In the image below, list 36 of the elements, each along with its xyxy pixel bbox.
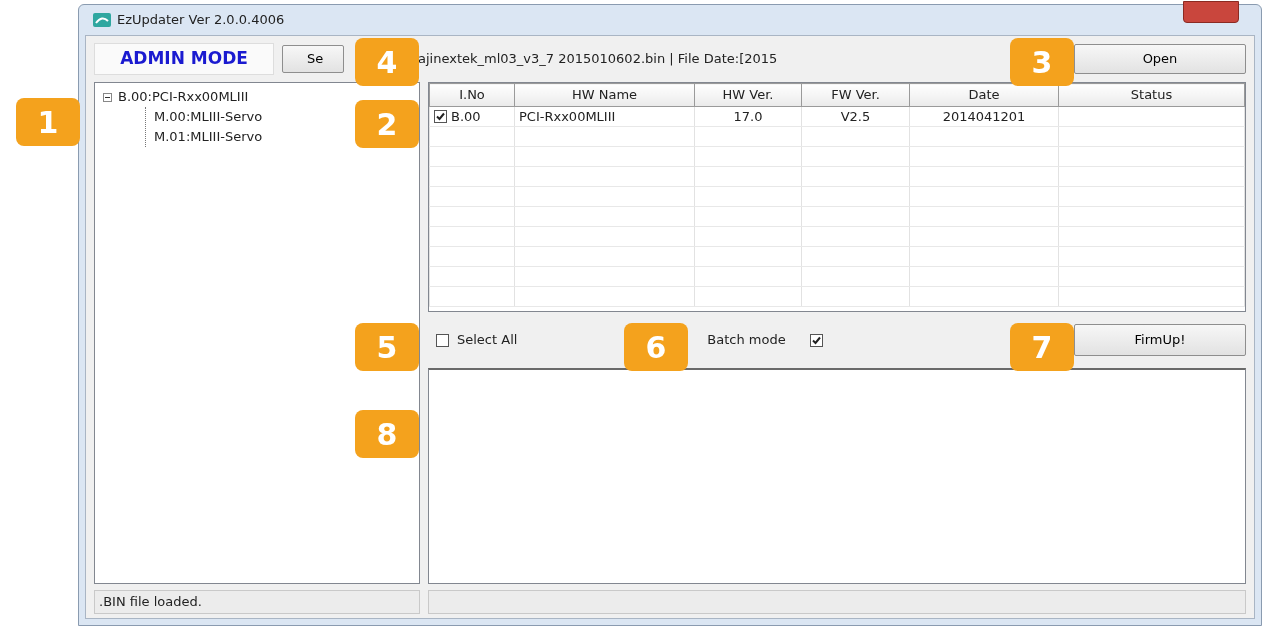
table-cell: V2.5: [840, 108, 871, 124]
callout-badge: 4: [355, 38, 419, 86]
checkbox[interactable]: [436, 333, 449, 347]
table-cell: 2014041201: [942, 108, 1026, 124]
column-header[interactable]: HW Ver.: [694, 83, 802, 106]
tree-item[interactable]: B.00:PCI-Rxx00MLIII: [118, 87, 249, 107]
column-header[interactable]: FW Ver.: [801, 83, 910, 106]
callout-badge: 2: [355, 100, 419, 148]
column-header[interactable]: I.No: [429, 83, 515, 106]
checkbox-label: Select All: [457, 331, 518, 350]
callout-badge: 8: [355, 410, 419, 458]
checkbox[interactable]: [434, 109, 447, 123]
callout-badge: 6: [624, 323, 688, 371]
tree-item[interactable]: M.01:MLIII-Servo: [154, 127, 263, 147]
callout-badge: 1: [16, 98, 80, 146]
checkbox-label: Batch mode: [707, 331, 786, 350]
column-header[interactable]: HW Name: [514, 83, 695, 106]
file-info: ajinextek_ml03_v3_7 2015010602.bin | File Date:[2015: [418, 50, 778, 69]
checkbox[interactable]: [809, 333, 823, 347]
callout-badge: 7: [1010, 323, 1074, 371]
callout-badge: 3: [1010, 38, 1074, 86]
open-button[interactable]: Open: [1074, 44, 1246, 74]
window-title: EzUpdater Ver 2.0.0.4006: [117, 11, 285, 30]
select-button[interactable]: Se: [282, 45, 344, 73]
table-cell-text: B.00: [451, 107, 481, 126]
column-header[interactable]: Date: [909, 83, 1059, 106]
table-cell: 17.0: [733, 108, 763, 124]
callout-badge: 5: [355, 323, 419, 371]
table-cell: PCI-Rxx00MLIII: [519, 108, 616, 124]
status-text: .BIN file loaded.: [94, 590, 420, 614]
mode-label: ADMIN MODE: [94, 43, 274, 75]
app-icon: [93, 13, 111, 27]
firmup-button[interactable]: FirmUp!: [1074, 324, 1246, 356]
tree-item[interactable]: M.00:MLIII-Servo: [154, 107, 263, 127]
column-header[interactable]: Status: [1058, 83, 1245, 106]
collapse-icon[interactable]: [103, 92, 112, 102]
